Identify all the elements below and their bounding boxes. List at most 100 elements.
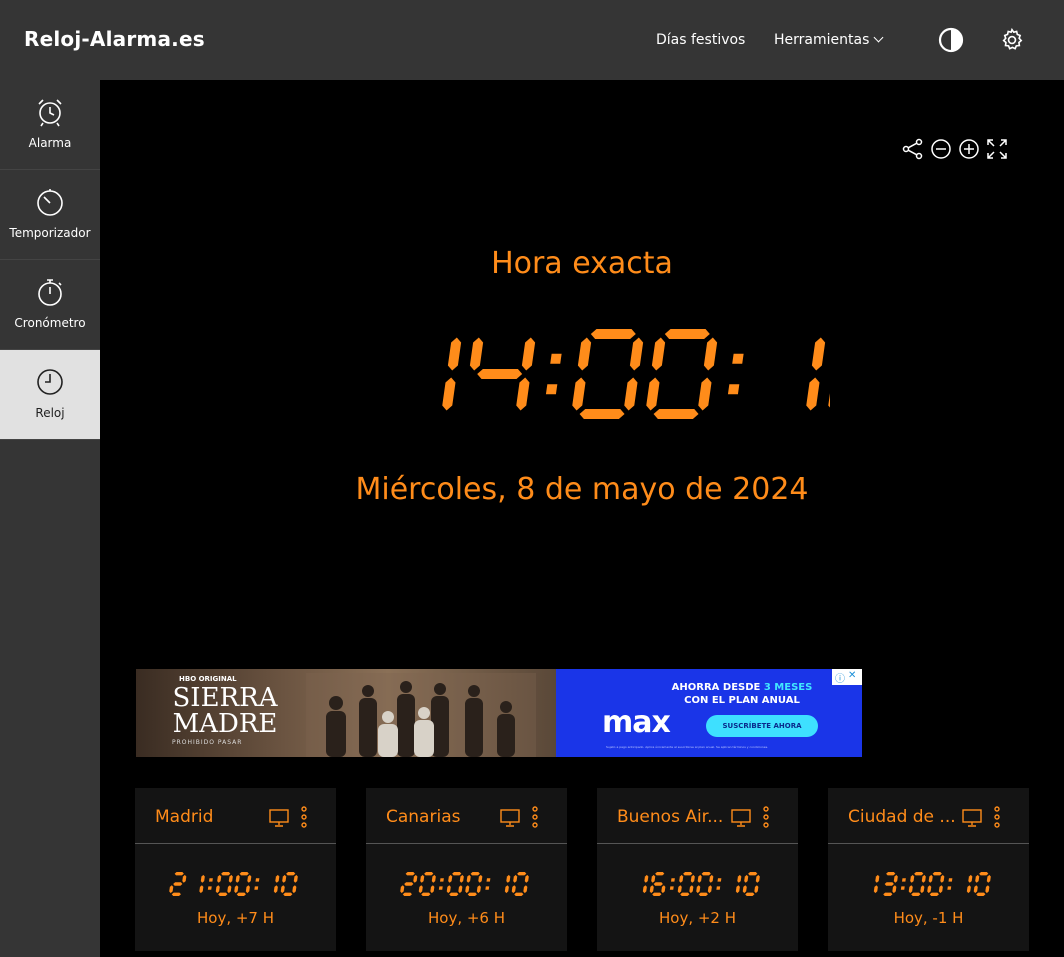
digit-0 (280, 872, 298, 896)
sidebar-item-reloj[interactable]: Reloj (0, 350, 100, 440)
digit-1 (199, 874, 205, 894)
sidebar: Alarma Temporizador Cronómetro Reloj (0, 80, 100, 957)
digit-2 (400, 872, 418, 896)
digit-0 (696, 872, 714, 896)
fullscreen-icon[interactable] (986, 138, 1008, 160)
monitor-icon[interactable] (269, 809, 289, 827)
colon-separator (900, 878, 906, 890)
city-offset: Hoy, +2 H (658, 909, 737, 927)
ad-banner[interactable]: HBO ORIGINAL SIERRA MADRE PROHIBIDO PASAR… (136, 669, 862, 757)
contrast-toggle-icon[interactable] (938, 27, 964, 53)
colon-separator (254, 878, 260, 890)
sidebar-item-temporizador[interactable]: Temporizador (0, 170, 100, 260)
nav-holidays-link[interactable]: Días festivos (656, 32, 745, 48)
site-logo[interactable]: Reloj-Alarma.es (24, 27, 205, 51)
more-vertical-icon[interactable] (300, 806, 308, 828)
timer-icon (37, 189, 63, 216)
digit-0 (742, 872, 760, 896)
ad-headline: AHORRA DESDE 3 MESES CON EL PLAN ANUAL (671, 682, 813, 706)
more-vertical-icon[interactable] (993, 806, 1001, 828)
digit-1 (873, 874, 880, 894)
digit-4 (469, 337, 536, 411)
digit-1 (735, 874, 742, 894)
city-name: Madrid (155, 807, 214, 827)
ad-brand-logo: max (602, 705, 671, 740)
chevron-down-icon (873, 32, 884, 43)
digit-0 (418, 872, 436, 896)
city-card: Ciudad de ... Hoy, -1 H (828, 788, 1029, 951)
segment-digits (169, 872, 298, 896)
city-time (873, 872, 991, 896)
clock-icon (37, 369, 63, 395)
city-name: Canarias (386, 807, 461, 827)
sidebar-item-alarma[interactable]: Alarma (0, 80, 100, 170)
share-icon[interactable] (902, 138, 924, 160)
digit-1 (504, 874, 511, 894)
clock-date: Miércoles, 8 de mayo de 2024 (355, 472, 809, 507)
digit-1 (966, 874, 973, 894)
colon-separator (947, 878, 953, 890)
city-time (400, 872, 529, 896)
monitor-icon[interactable] (500, 809, 520, 827)
digit-0 (927, 872, 945, 896)
nav-tools-label: Herramientas (774, 32, 870, 48)
ad-cta-button[interactable]: SUSCRÍBETE AHORA (706, 715, 818, 737)
more-vertical-icon[interactable] (531, 806, 539, 828)
zoom-out-icon[interactable] (930, 138, 952, 160)
city-card: Madrid Hoy, +7 H (135, 788, 336, 951)
city-offset: Hoy, +6 H (427, 909, 506, 927)
city-card-header: Canarias (366, 788, 567, 844)
digit-0 (234, 872, 252, 896)
zoom-in-icon[interactable] (958, 138, 980, 160)
sidebar-item-label: Temporizador (9, 226, 91, 240)
sidebar-item-label: Alarma (28, 136, 72, 150)
colon-separator (669, 878, 675, 890)
more-vertical-icon[interactable] (762, 806, 770, 828)
monitor-icon[interactable] (731, 809, 751, 827)
city-offset: Hoy, +7 H (196, 909, 275, 927)
segment-digits (873, 872, 991, 896)
city-offset: Hoy, -1 H (893, 909, 964, 927)
digit-0 (908, 872, 926, 896)
segment-digits (400, 872, 529, 896)
city-name: Buenos Air... (617, 807, 724, 827)
city-card: Canarias Hoy, +6 H (366, 788, 567, 951)
colon-separator (207, 878, 213, 890)
city-name: Ciudad de ... (848, 807, 956, 827)
sidebar-item-label: Cronómetro (14, 316, 86, 330)
alarm-clock-icon (38, 99, 62, 127)
nav-tools-dropdown[interactable]: Herramientas (774, 32, 884, 48)
settings-gear-icon[interactable] (999, 27, 1025, 53)
digit-0 (215, 872, 233, 896)
digit-6 (649, 872, 666, 896)
digit-1 (273, 874, 280, 894)
digit-1 (442, 337, 462, 411)
digit-3 (883, 872, 898, 896)
info-icon[interactable]: ⓘ (835, 670, 845, 685)
digit-0 (973, 872, 991, 896)
ad-left-panel: HBO ORIGINAL SIERRA MADRE PROHIBIDO PASAR (136, 669, 556, 757)
ad-hbo-label: HBO ORIGINAL (179, 675, 237, 683)
city-card-header: Madrid (135, 788, 336, 844)
ad-cast-image (306, 673, 536, 757)
digit-0 (446, 872, 464, 896)
city-card: Buenos Air... Hoy, +2 H (597, 788, 798, 951)
close-icon[interactable]: ✕ (848, 670, 856, 681)
colon-separator (438, 878, 444, 890)
clock-title: Hora exacta (491, 246, 673, 281)
sidebar-item-cronometro[interactable]: Cronómetro (0, 260, 100, 350)
monitor-icon[interactable] (962, 809, 982, 827)
main-clock-display (442, 329, 830, 419)
colon-separator (716, 878, 722, 890)
digit-0 (465, 872, 483, 896)
segment-digits (642, 872, 760, 896)
top-bar: Reloj-Alarma.es Días festivos Herramient… (0, 0, 1064, 80)
digit-0 (572, 329, 644, 419)
stopwatch-icon (38, 279, 62, 306)
digit-0 (511, 872, 529, 896)
ad-choices-badge[interactable]: ⓘ ✕ (832, 669, 862, 685)
city-card-header: Buenos Air... (597, 788, 798, 844)
colon-separator (545, 353, 562, 395)
digit-0 (828, 377, 830, 411)
digit-0 (677, 872, 695, 896)
